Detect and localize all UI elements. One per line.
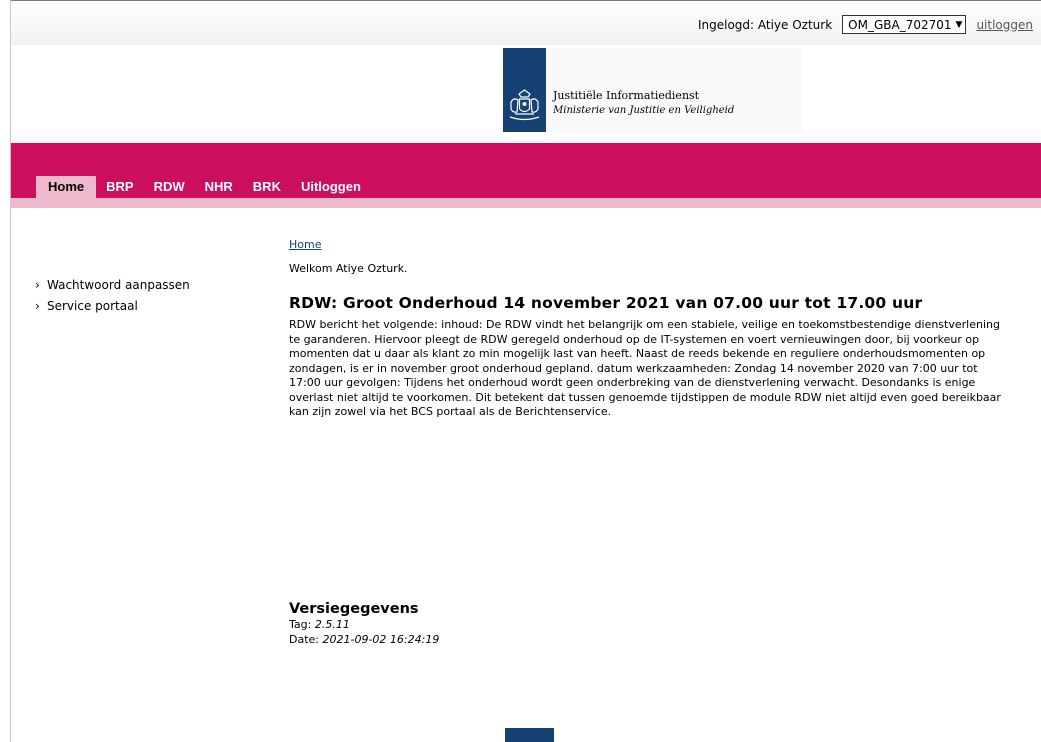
chevron-down-icon: ▼: [955, 19, 963, 30]
chevron-right-icon: ›: [35, 299, 40, 313]
version-date-label: Date:: [289, 633, 319, 646]
sidebar-item-label: Service portaal: [47, 299, 138, 313]
version-tag-value: 2.5.11: [314, 618, 350, 631]
logout-link[interactable]: uitloggen: [976, 18, 1033, 32]
version-info: Versiegegevens Tag: 2.5.11 Date: 2021-09…: [289, 601, 439, 647]
nav-rdw[interactable]: RDW: [144, 176, 195, 198]
news-title: RDW: Groot Onderhoud 14 november 2021 va…: [289, 294, 923, 312]
main-content: Home Welkom Atiye Ozturk. RDW: Groot Ond…: [289, 238, 1014, 420]
version-tag-label: Tag:: [289, 618, 312, 631]
breadcrumb[interactable]: Home: [289, 238, 1014, 251]
nav-underline-band: [11, 198, 1041, 208]
logo-subtitle: Ministerie van Justitie en Veiligheid: [553, 105, 735, 116]
main-navigation: Home BRP RDW NHR BRK Uitloggen: [11, 143, 1041, 198]
logo: Justitiële Informatiedienst Ministerie v…: [503, 48, 803, 132]
version-date-value: 2021-09-02 16:24:19: [322, 633, 440, 646]
coat-of-arms-icon: [509, 89, 540, 121]
logo-ribbon: [503, 48, 546, 132]
left-border: [10, 0, 11, 742]
news-body: RDW bericht het volgende: inhoud: De RDW…: [289, 318, 1001, 418]
sidebar-item-service-portaal[interactable]: › Service portaal: [35, 296, 190, 317]
top-bar: Ingelogd: Atiye Ozturk OM_GBA_702701 ▼ u…: [11, 1, 1041, 45]
version-title: Versiegegevens: [289, 601, 419, 617]
logo-title: Justitiële Informatiedienst: [553, 89, 700, 102]
sidebar-item-wachtwoord[interactable]: › Wachtwoord aanpassen: [35, 275, 190, 296]
user-info: Ingelogd: Atiye Ozturk OM_GBA_702701 ▼ u…: [698, 15, 1033, 34]
nav-nhr[interactable]: NHR: [195, 176, 243, 198]
account-select-value: OM_GBA_702701: [848, 17, 952, 32]
sidebar: › Wachtwoord aanpassen › Service portaal: [35, 275, 190, 317]
chevron-right-icon: ›: [35, 278, 40, 292]
footer-ribbon: [505, 728, 554, 742]
logged-in-label: Ingelogd: Atiye Ozturk: [697, 17, 833, 32]
account-select[interactable]: OM_GBA_702701 ▼: [842, 15, 967, 34]
welcome-message: Welkom Atiye Ozturk.: [289, 262, 408, 275]
nav-brk[interactable]: BRK: [243, 176, 291, 198]
nav-brp[interactable]: BRP: [96, 176, 143, 198]
version-date: Date: 2021-09-02 16:24:19: [289, 632, 439, 647]
nav-home[interactable]: Home: [36, 176, 97, 198]
nav-uitloggen[interactable]: Uitloggen: [291, 176, 371, 198]
version-tag: Tag: 2.5.11: [289, 617, 439, 632]
sidebar-item-label: Wachtwoord aanpassen: [47, 278, 190, 292]
